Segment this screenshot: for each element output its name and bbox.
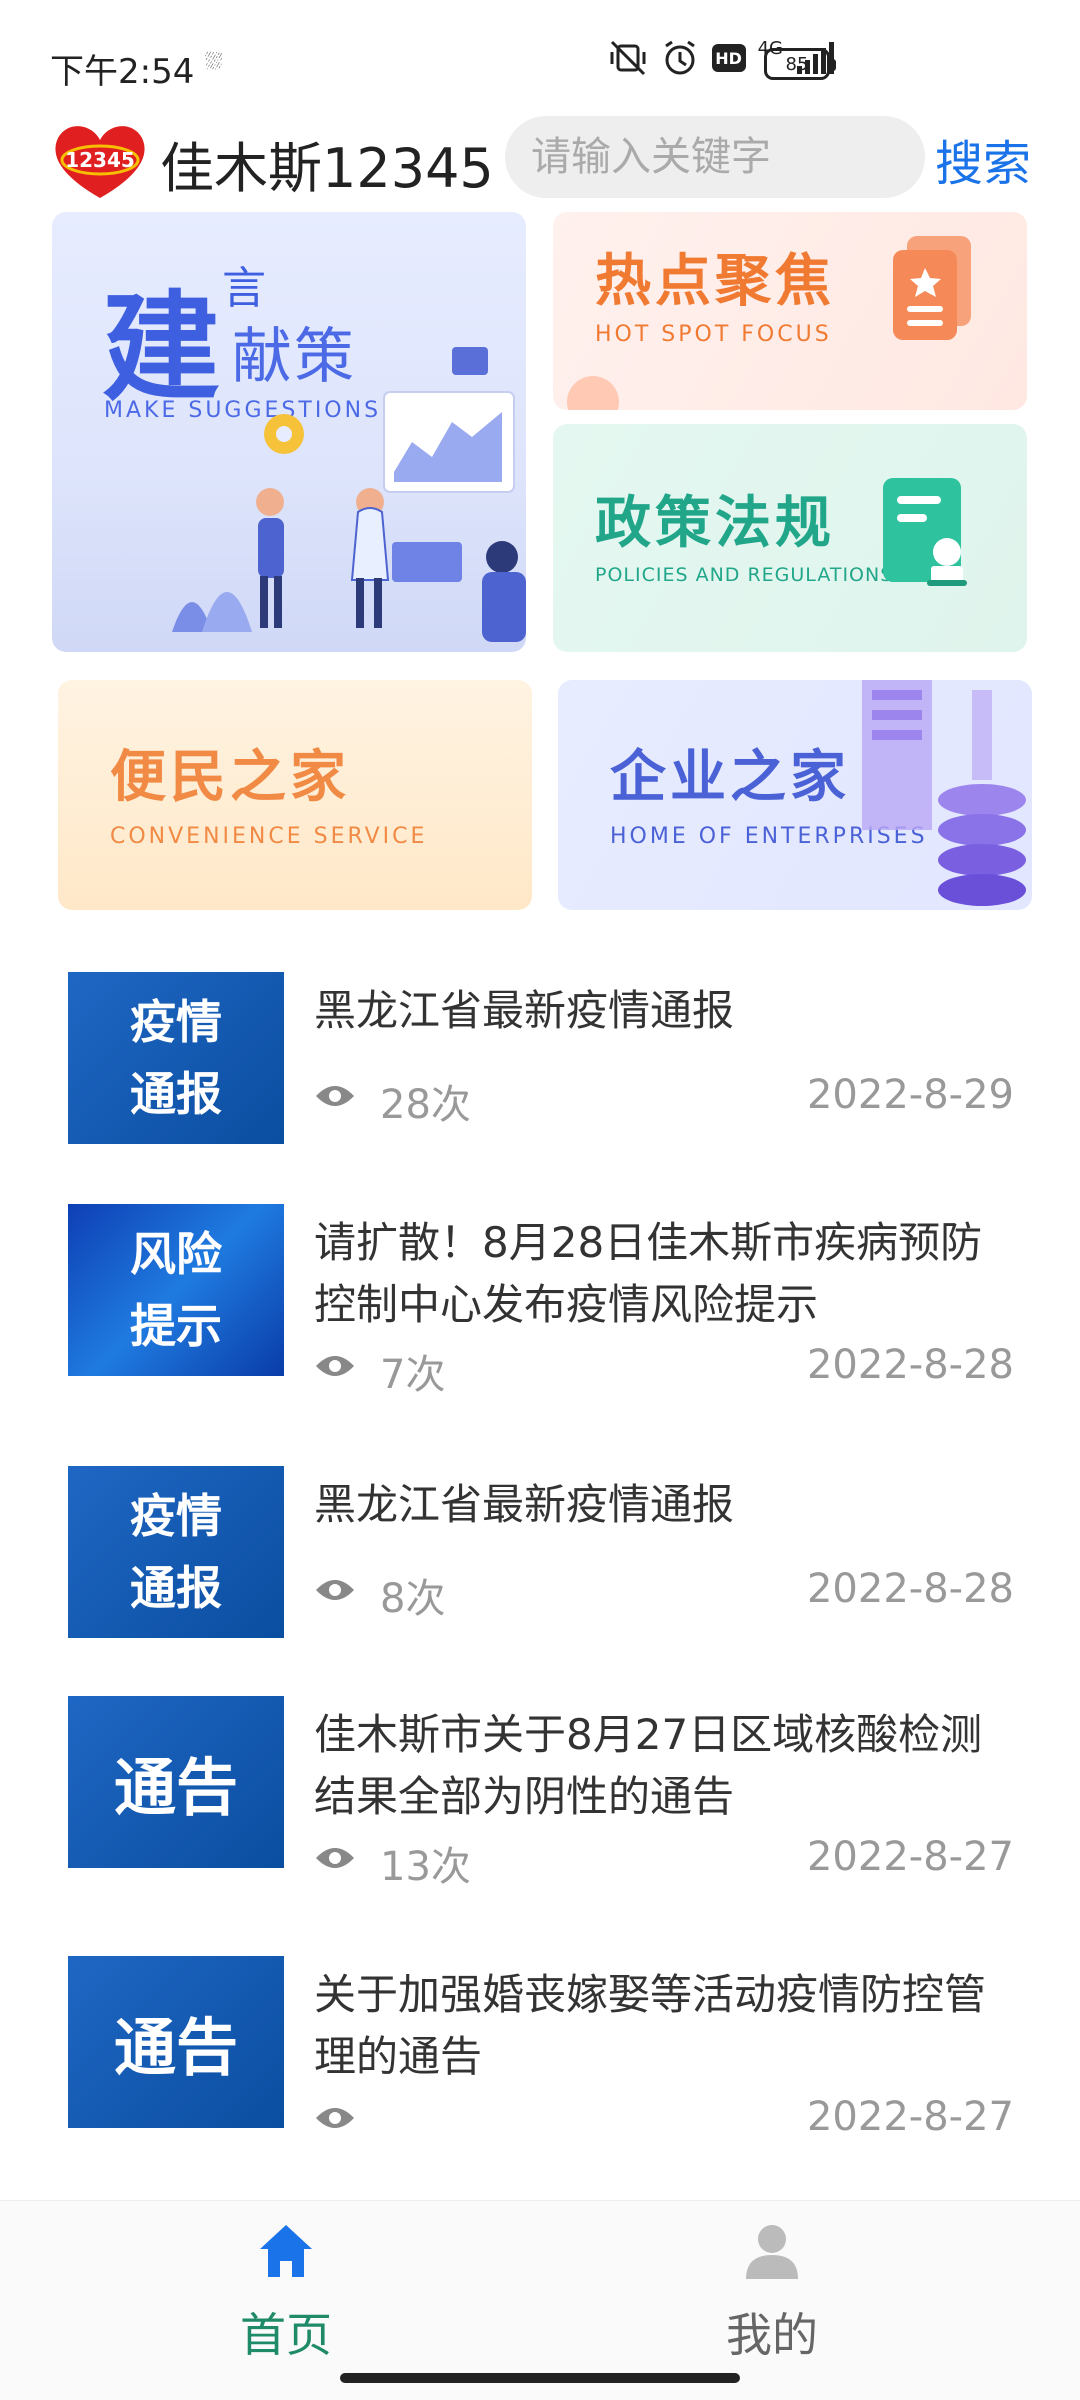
news-views: 13次 [380, 1844, 471, 1890]
news-thumbnail: 通告 [68, 1696, 284, 1868]
news-item[interactable]: 风险 提示 请扩散！8月28日佳木斯市疾病预防控制中心发布疫情风险提示 7次 2… [68, 1204, 1014, 1424]
banner-home-of-enterprises[interactable]: 企业之家 HOME OF ENTERPRISES [558, 680, 1032, 910]
user-icon [746, 2225, 798, 2279]
news-item[interactable]: 通告 佳木斯市关于8月27日区域核酸检测结果全部为阴性的通告 13次 2022-… [68, 1696, 1014, 1916]
banner-policies-regulations[interactable]: 政策法规 POLICIES AND REGULATIONS [553, 424, 1027, 652]
app-title: 佳木斯12345 [160, 137, 494, 200]
nav-home[interactable]: 首页 [206, 2219, 366, 2365]
news-meta: 2022-8-27 [314, 2094, 1014, 2144]
eye-icon [316, 1848, 354, 1868]
battery-icon: 85 [764, 48, 836, 80]
banner-make-suggestions[interactable]: 建 言 献策 MAKE SUGGESTIONS [52, 212, 526, 652]
news-date: 2022-8-29 [806, 1072, 1014, 1118]
vibrate-off-icon [608, 38, 648, 78]
banner-hot-spot-focus[interactable]: 热点聚焦 HOT SPOT FOCUS [553, 212, 1027, 410]
eye-icon [316, 2108, 354, 2128]
gesture-home-indicator[interactable] [340, 2373, 740, 2383]
news-thumbnail: 通告 [68, 1956, 284, 2128]
app-header: 12345 佳木斯12345 搜索 [0, 110, 1080, 210]
news-title: 请扩散！8月28日佳木斯市疾病预防控制中心发布疫情风险提示 [314, 1218, 983, 1329]
alarm-icon [660, 38, 700, 78]
search-button[interactable]: 搜索 [935, 124, 1031, 194]
news-thumbnail: 疫情 通报 [68, 972, 284, 1144]
news-title: 黑龙江省最新疫情通报 [314, 986, 735, 1035]
banner-hotspot-title: 热点聚焦 [595, 249, 835, 314]
app-logo: 12345 [50, 120, 150, 202]
banner-policies-sub: POLICIES AND REGULATIONS [595, 564, 894, 586]
news-views: 28次 [380, 1082, 471, 1128]
decorative-circle [567, 376, 619, 410]
policy-document-icon [883, 478, 967, 586]
banner-enterprises-title: 企业之家 [610, 745, 850, 810]
news-title: 关于加强婚丧嫁娶等活动疫情防控管理的通告 [314, 1970, 987, 2081]
news-thumbnail: 风险 提示 [68, 1204, 284, 1376]
news-date: 2022-8-28 [806, 1342, 1014, 1388]
news-thumbnail: 疫情 通报 [68, 1466, 284, 1638]
news-views: 7次 [380, 1352, 446, 1398]
news-meta: 8次 2022-8-28 [314, 1566, 1014, 1622]
banner-convenience-sub: CONVENIENCE SERVICE [110, 824, 428, 849]
nav-home-label: 首页 [240, 2308, 332, 2362]
news-item[interactable]: 疫情 通报 黑龙江省最新疫情通报 28次 2022-8-29 [68, 972, 1014, 1172]
news-meta: 7次 2022-8-28 [314, 1342, 1014, 1398]
banner-policies-title: 政策法规 [595, 491, 835, 556]
banner-convenience-service[interactable]: 便民之家 CONVENIENCE SERVICE [58, 680, 532, 910]
news-date: 2022-8-27 [806, 1834, 1014, 1880]
news-item[interactable]: 疫情 通报 黑龙江省最新疫情通报 8次 2022-8-28 [68, 1466, 1014, 1666]
logo-text: 12345 [65, 148, 135, 172]
news-meta: 28次 2022-8-29 [314, 1072, 1014, 1128]
news-views: 8次 [380, 1576, 446, 1622]
news-title: 黑龙江省最新疫情通报 [314, 1480, 735, 1529]
eye-icon [316, 1086, 354, 1106]
nav-mine[interactable]: 我的 [692, 2219, 852, 2365]
bottom-navigation: 首页 我的 [0, 2200, 1080, 2400]
news-date: 2022-8-27 [806, 2094, 1014, 2140]
server-stack-illustration [862, 680, 1026, 906]
document-star-icon [893, 236, 971, 340]
status-time: 下午2:54 [50, 52, 195, 92]
hd-icon: HD [711, 44, 746, 72]
eye-icon [316, 1580, 354, 1600]
news-item[interactable]: 通告 关于加强婚丧嫁娶等活动疫情防控管理的通告 2022-8-27 [68, 1956, 1014, 2176]
home-icon [260, 2225, 312, 2277]
nav-mine-label: 我的 [726, 2308, 818, 2362]
status-bar: 下午2:54 ⛆ HD 4G 85 [0, 0, 1080, 110]
search-box[interactable] [505, 116, 925, 198]
news-date: 2022-8-28 [806, 1566, 1014, 1612]
meeting-illustration [172, 347, 526, 642]
banner-hotspot-sub: HOT SPOT FOCUS [595, 322, 832, 347]
eye-icon [316, 1356, 354, 1376]
notification-icon: ⛆ [205, 50, 223, 75]
news-title: 佳木斯市关于8月27日区域核酸检测结果全部为阴性的通告 [314, 1710, 983, 1821]
search-input[interactable] [505, 116, 925, 198]
news-meta: 13次 2022-8-27 [314, 1834, 1014, 1890]
banner-convenience-title: 便民之家 [110, 745, 350, 810]
